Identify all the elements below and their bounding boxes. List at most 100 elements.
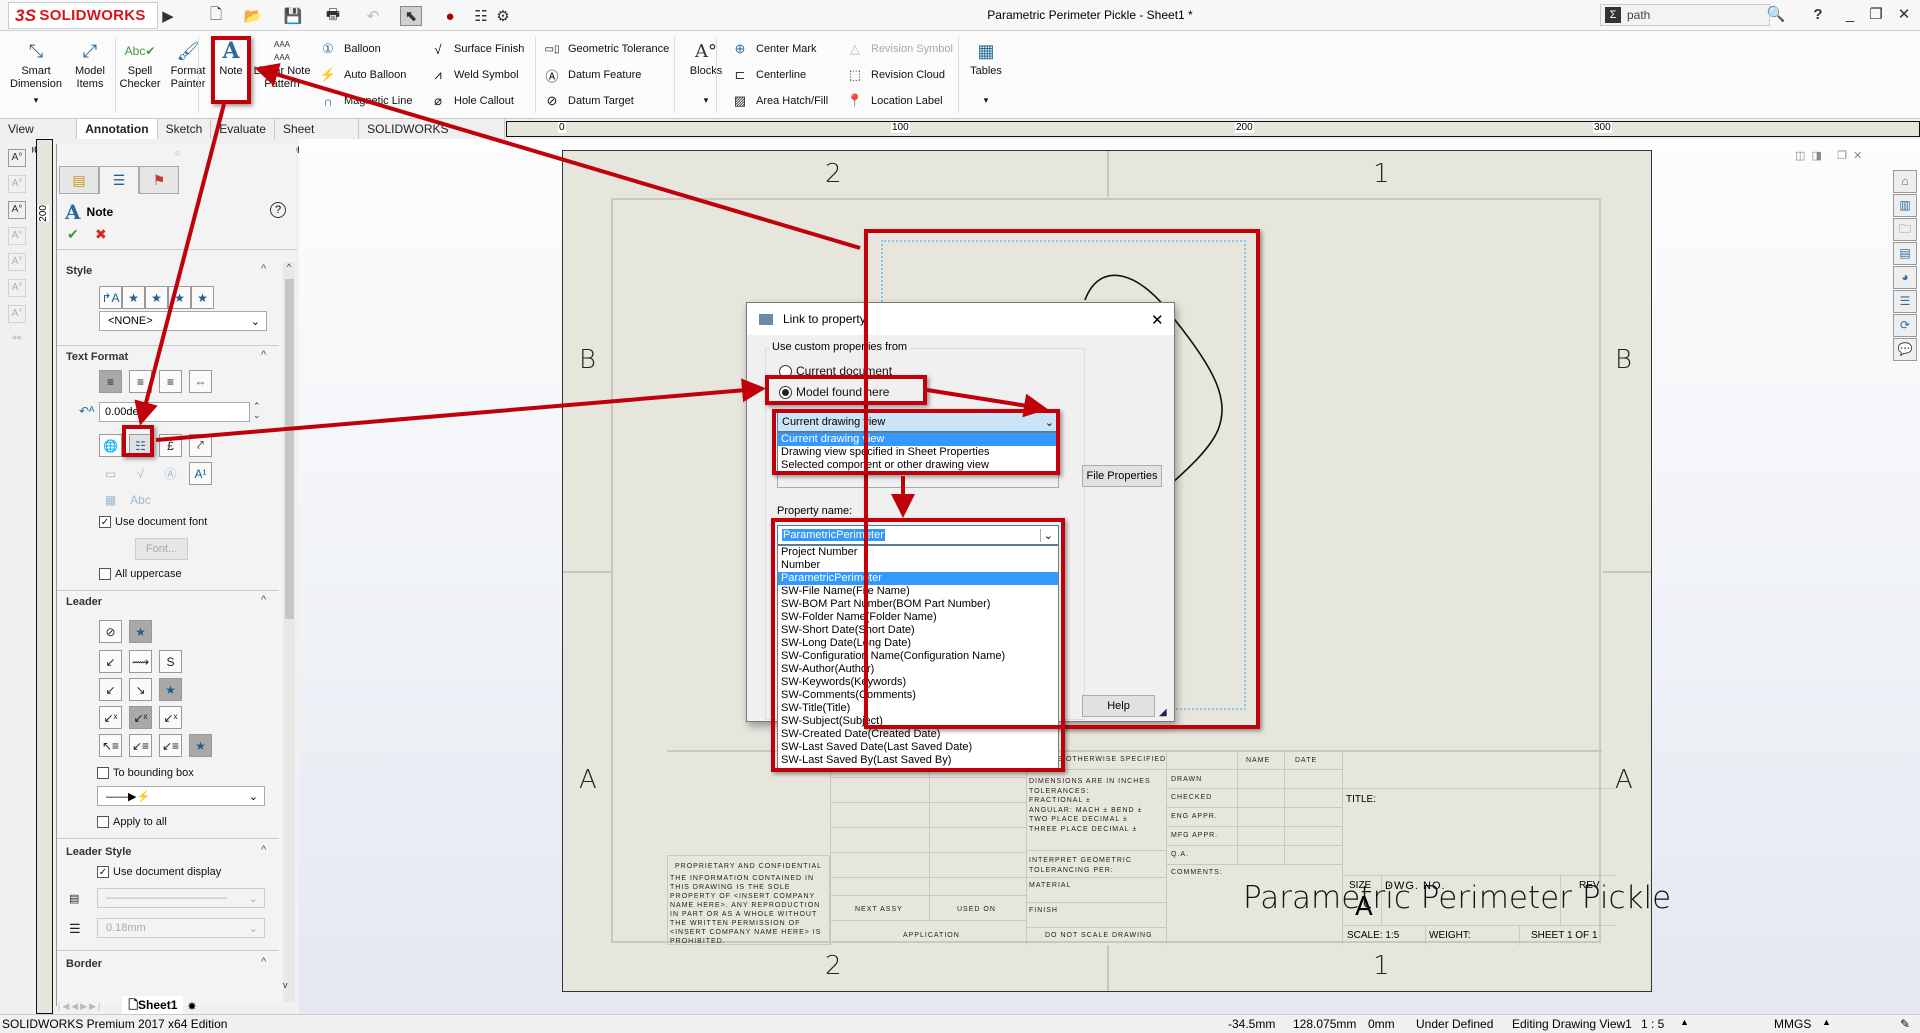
close-icon[interactable]: ✕ <box>1894 4 1914 26</box>
balloon-button[interactable]: ① Balloon <box>318 39 413 59</box>
collapse-caret-icon[interactable]: ^ <box>261 349 266 361</box>
lock-edit-icon[interactable]: ⤤ <box>189 434 212 457</box>
datum-feature-icon[interactable]: Ⓐ <box>159 462 182 485</box>
centerline-button[interactable]: ⊏ Centerline <box>730 65 828 85</box>
file-explorer-icon[interactable]: 🗀 <box>1893 218 1917 241</box>
magnetic-line-button[interactable]: ∩ Magnetic Line <box>318 91 412 111</box>
no-leader-icon[interactable]: ⊘ <box>99 620 122 643</box>
link-text-icon[interactable]: Abc <box>129 488 152 511</box>
apply-to-all-checkbox[interactable]: Apply to all <box>97 816 167 828</box>
ok-check-icon[interactable]: ✔ <box>67 226 79 243</box>
revision-cloud-button[interactable]: ⬚ Revision Cloud <box>845 65 953 85</box>
tab-annotation[interactable]: Annotation <box>77 119 158 139</box>
add-symbol-icon[interactable]: £ <box>159 434 182 457</box>
open-icon[interactable]: 📂 <box>242 6 264 26</box>
chevron-down-icon[interactable]: ▾ <box>34 94 39 107</box>
configurationmanager-tab[interactable]: ⚑ <box>139 166 179 194</box>
auto-balloon-button[interactable]: ⚡ Auto Balloon <box>318 65 413 85</box>
note-border-icon[interactable]: A° <box>8 305 26 323</box>
file-properties-icon[interactable]: ☷ <box>470 6 492 26</box>
border-section-title[interactable]: Border <box>66 958 102 970</box>
geometric-tolerance-icon[interactable]: ▭ <box>99 462 122 485</box>
line-style-select[interactable]: ——————————— ⌄ <box>97 888 265 908</box>
units-up-icon[interactable]: ▲ <box>1822 1017 1831 1027</box>
checkbox[interactable] <box>99 568 111 580</box>
save-icon[interactable]: 💾 <box>282 6 304 26</box>
all-uppercase-checkbox[interactable]: All uppercase <box>99 568 182 580</box>
add-table-icon[interactable]: ▦ <box>99 488 122 511</box>
revision-symbol-button[interactable]: △ Revision Symbol <box>845 39 953 59</box>
leader-bottom-icon[interactable]: ↙≡ <box>159 734 182 757</box>
style-section-title[interactable]: Style <box>66 265 92 277</box>
collapse-caret-icon[interactable]: ^ <box>261 594 266 606</box>
add-note-icon[interactable]: A° <box>8 227 26 245</box>
solidworks-forum-icon[interactable]: ⟳ <box>1893 314 1917 337</box>
solidworks-logo[interactable]: 3S SOLIDWORKS <box>8 2 158 29</box>
comments-icon[interactable]: 💬 <box>1893 338 1917 361</box>
area-hatch-button[interactable]: ▨ Area Hatch/Fill <box>730 91 828 111</box>
note-style-icon[interactable]: A° <box>8 253 26 271</box>
checkbox[interactable]: ✓ <box>99 516 111 528</box>
auto-bent-icon[interactable]: ★ <box>159 678 182 701</box>
tab-sheet-format[interactable]: Sheet Format <box>274 119 360 156</box>
collapse-caret-icon[interactable]: ^ <box>261 263 266 275</box>
search-commands-input[interactable]: Σ path <box>1600 4 1770 26</box>
tables-button[interactable]: ▦ Tables ▾ <box>965 39 1007 107</box>
rebuild-icon[interactable]: ● <box>442 6 458 26</box>
view-palette-icon[interactable]: ▤ <box>1893 242 1917 265</box>
angle-input[interactable]: 0.00deg <box>99 402 250 422</box>
surface-finish-button[interactable]: √ Surface Finish <box>428 39 524 59</box>
save-style-icon[interactable]: ★ <box>168 286 191 309</box>
surface-finish-icon[interactable]: √ <box>129 462 152 485</box>
zigzag-leader-icon[interactable]: ⟿ <box>129 650 152 673</box>
scroll-down-icon[interactable]: v <box>283 980 288 990</box>
link-icon[interactable]: ⚯ <box>8 331 26 349</box>
propertymanager-tab[interactable]: ☰ <box>99 166 139 194</box>
arrow-style-select[interactable]: ——▶⚡ ⌄ <box>97 786 265 806</box>
chevron-down-icon[interactable]: ▾ <box>704 94 709 107</box>
fit-text-icon[interactable]: ⇔ <box>189 370 212 393</box>
angle-spinner[interactable]: ⌃ ⌄ <box>253 402 261 420</box>
auto-leader-icon[interactable]: ★ <box>129 620 152 643</box>
checkbox[interactable] <box>97 767 109 779</box>
quick-tips-icon[interactable]: ✎ <box>1900 1017 1910 1031</box>
stack-icon[interactable]: A¹ <box>189 462 212 485</box>
options-gear-icon[interactable]: ⚙ <box>492 6 514 26</box>
leader-x3-icon[interactable]: ↙ˣ <box>159 706 182 729</box>
add-style-icon[interactable]: ★ <box>122 286 145 309</box>
save-note-icon[interactable]: A° <box>8 279 26 297</box>
text-format-section-title[interactable]: Text Format <box>66 351 128 363</box>
leader-section-title[interactable]: Leader <box>66 596 102 608</box>
collapse-caret-icon[interactable]: ^ <box>261 956 266 968</box>
model-items-button[interactable]: ⤢ Model Items <box>70 39 110 91</box>
select-icon[interactable]: ⬉ <box>400 6 422 26</box>
restore-icon[interactable]: ❐ <box>1866 4 1886 26</box>
panel-grip-icon[interactable]: ○ <box>175 148 180 158</box>
scroll-up-icon[interactable]: ^ <box>283 262 295 272</box>
font-button[interactable]: Font... <box>135 538 188 560</box>
blocks-button[interactable]: A° Blocks ▾ <box>686 39 726 107</box>
apply-style-icon[interactable]: ↱A <box>99 286 122 309</box>
bent-leader-right-icon[interactable]: ↘ <box>129 678 152 701</box>
featuremanager-tab[interactable]: ▤ <box>59 166 99 194</box>
to-bounding-box-checkbox[interactable]: To bounding box <box>97 767 194 779</box>
attach-note-icon[interactable]: A° <box>8 201 26 219</box>
note-text-parametric-perimeter-pickle[interactable]: Parametric Perimeter Pickle <box>1243 880 1671 916</box>
style-select[interactable]: <NONE> ⌄ <box>99 311 267 331</box>
tab-sketch[interactable]: Sketch <box>157 119 212 139</box>
leader-nearest-icon[interactable]: ★ <box>189 734 212 757</box>
line-thickness-select[interactable]: 0.18mm ⌄ <box>97 918 265 938</box>
tab-solidworks-inspection[interactable]: SOLIDWORKS Inspection <box>359 119 505 156</box>
tab-evaluate[interactable]: Evaluate <box>211 119 275 139</box>
search-icon[interactable]: 🔍 <box>1763 4 1789 26</box>
search-type-icon[interactable]: Σ <box>1605 7 1621 23</box>
new-document-icon[interactable]: 🗋 <box>205 6 227 26</box>
leader-middle-icon[interactable]: ↙≡ <box>129 734 152 757</box>
spell-checker-button[interactable]: Abc✔ Spell Checker <box>118 39 162 91</box>
scale-up-icon[interactable]: ▲ <box>1680 1017 1689 1027</box>
home-icon[interactable]: ⌂ <box>1893 170 1917 193</box>
leader-top-icon[interactable]: ↖≡ <box>99 734 122 757</box>
location-label-button[interactable]: 📍 Location Label <box>845 91 953 111</box>
window-tile-icons[interactable]: ◫ ◨ ❐ ✕ <box>1795 149 1862 162</box>
design-library-icon[interactable]: ▥ <box>1893 194 1917 217</box>
